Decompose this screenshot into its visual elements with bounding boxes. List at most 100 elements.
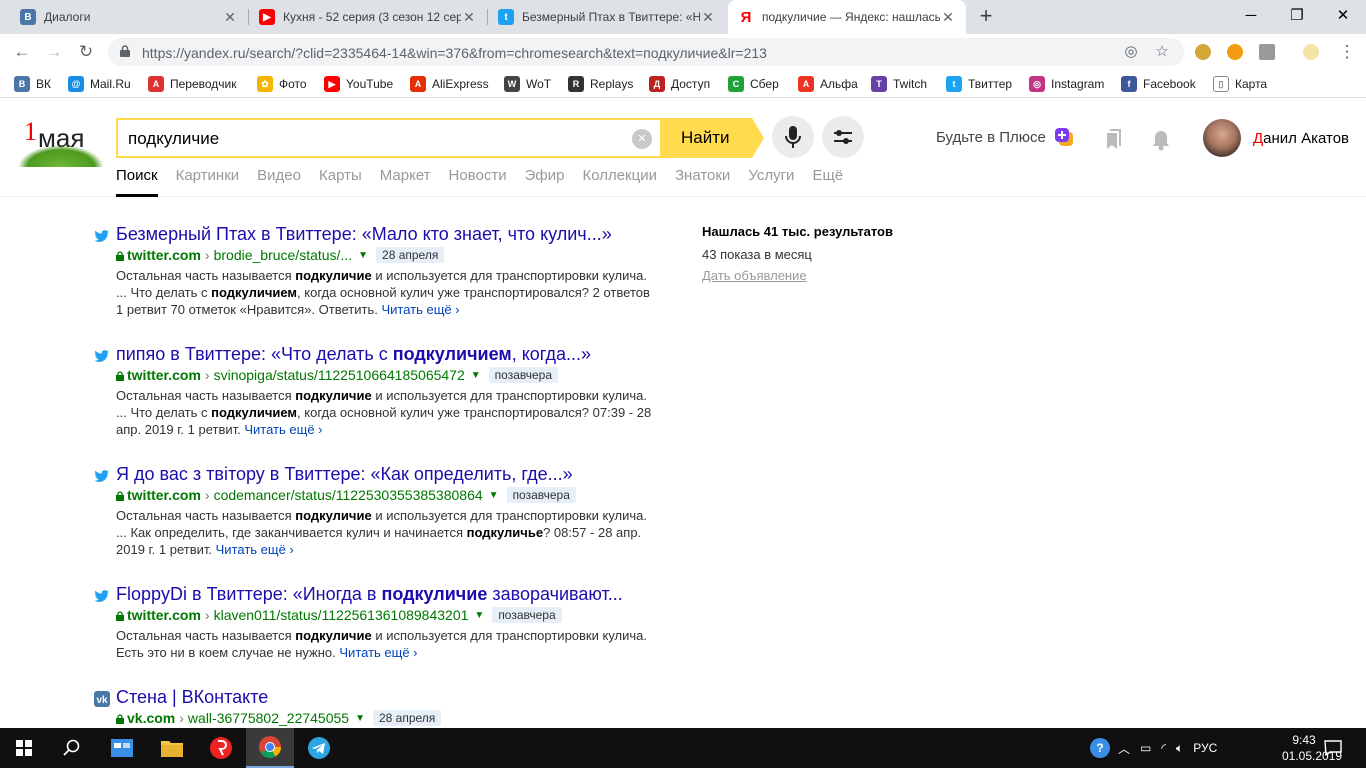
result-path-link[interactable]: brodie_bruce/status/... [214,247,353,263]
minimize-button[interactable]: ─ [1228,0,1274,34]
chrome-taskbar-button[interactable] [246,728,294,768]
search-settings-button[interactable] [822,116,864,158]
read-more-link[interactable]: Читать ещё › [216,542,294,557]
voice-search-button[interactable] [772,116,814,158]
tab-collections[interactable]: Коллекции [582,167,657,197]
browser-tab[interactable]: ▶ Кухня - 52 серия (3 сезон 12 сер ✕ [249,0,487,34]
tab-maps[interactable]: Карты [319,167,362,197]
bookmark-item[interactable]: ▶ YouTube [324,76,393,92]
result-menu-caret-icon[interactable]: ▼ [471,370,481,381]
extension-play-icon[interactable] [1227,44,1243,60]
extension-owl-icon[interactable] [1195,44,1211,60]
bookmark-item[interactable]: ▯ Карта [1213,76,1267,92]
telegram-taskbar-button[interactable] [295,728,343,768]
result-domain-link[interactable]: twitter.com [127,607,201,623]
bookmark-item[interactable]: W WoT [504,76,551,92]
task-view-button[interactable] [98,728,146,768]
yandex-browser-button[interactable] [197,728,245,768]
result-menu-caret-icon[interactable]: ▼ [474,610,484,621]
restore-button[interactable]: ❐ [1274,0,1320,34]
chevron-up-icon[interactable]: ︿ [1118,740,1130,757]
extension-square-icon[interactable] [1259,44,1275,60]
bookmark-item[interactable]: ✿ Фото [257,76,307,92]
result-domain-link[interactable]: vk.com [127,710,175,726]
tab-news[interactable]: Новости [449,167,507,197]
close-tab-icon[interactable]: ✕ [700,9,716,26]
bookmark-item[interactable]: f Facebook [1121,76,1196,92]
result-menu-caret-icon[interactable]: ▼ [358,250,368,261]
bookmark-item[interactable]: T Twitch [871,76,927,92]
battery-icon[interactable]: ▭ [1140,741,1151,755]
bookmark-item[interactable]: Д Доступ [649,76,710,92]
tab-market[interactable]: Маркет [380,167,431,197]
tab-more[interactable]: Ещё [812,167,843,197]
result-title-link[interactable]: пипяо в Твиттере: «Что делать с подкулич… [116,344,591,365]
bookmark-star-icon[interactable]: ☆ [1154,44,1170,60]
notifications-bell-icon[interactable] [1150,129,1172,151]
result-path-link[interactable]: klaven011/status/1122561361089843201 [214,607,469,623]
tab-search[interactable]: Поиск [116,167,158,197]
tab-images[interactable]: Картинки [176,167,240,197]
result-menu-caret-icon[interactable]: ▼ [355,713,365,724]
result-menu-caret-icon[interactable]: ▼ [489,490,499,501]
browser-tab-active[interactable]: Я подкуличие — Яндекс: нашлась ✕ [728,0,966,34]
result-path-link[interactable]: svinopiga/status/1122510664185065472 [214,367,465,383]
tab-services[interactable]: Услуги [748,167,794,197]
search-button[interactable]: Найти [660,118,752,158]
collections-icon[interactable] [1102,129,1124,151]
plus-promo-link[interactable]: Будьте в Плюсе [936,129,1046,146]
close-tab-icon[interactable]: ✕ [222,9,238,26]
start-button[interactable] [0,728,48,768]
profile-icon[interactable] [1303,44,1319,60]
tab-experts[interactable]: Знатоки [675,167,730,197]
result-title-link[interactable]: FloppyDi в Твиттере: «Иногда в подкуличи… [116,584,623,605]
tab-video[interactable]: Видео [257,167,301,197]
close-tab-icon[interactable]: ✕ [461,9,477,26]
read-more-link[interactable]: Читать ещё › [244,422,322,437]
address-bar[interactable]: https://yandex.ru/search/?clid=2335464-1… [108,38,1184,66]
back-button[interactable]: ← [11,41,33,63]
bookmark-item[interactable]: t Твиттер [946,76,1012,92]
avatar[interactable] [1203,119,1241,157]
yandex-logo[interactable]: 1 мая [18,115,104,167]
input-language[interactable]: РУС [1193,741,1217,755]
bookmark-item[interactable]: R Replays [568,76,633,92]
browser-tab[interactable]: t Безмерный Птах в Твиттере: «Н ✕ [488,0,726,34]
result-title-link[interactable]: Безмерный Птах в Твиттере: «Мало кто зна… [116,224,612,245]
forward-button[interactable]: → [43,41,65,63]
result-domain-link[interactable]: twitter.com [127,367,201,383]
result-title-link[interactable]: Стена | ВКонтакте [116,687,268,708]
volume-icon[interactable]: 🔈︎ [1176,741,1183,756]
result-domain-link[interactable]: twitter.com [127,247,201,263]
bookmark-item[interactable]: ◎ Instagram [1029,76,1104,92]
bookmark-item[interactable]: В ВК [14,76,51,92]
search-taskbar-button[interactable] [48,728,96,768]
notifications-button[interactable] [1324,728,1342,768]
location-icon[interactable]: ◎ [1123,44,1139,60]
result-path-link[interactable]: codemancer/status/1122530355385380864 [214,487,483,503]
bookmark-item[interactable]: A Альфа [798,76,858,92]
browser-tab[interactable]: В Диалоги ✕ [0,0,248,34]
user-name[interactable]: Данил Акатов [1253,130,1349,147]
clock[interactable]: 9:43 01.05.2019 [1282,732,1342,764]
result-domain-link[interactable]: twitter.com [127,487,201,503]
read-more-link[interactable]: Читать ещё › [339,645,417,660]
search-input[interactable] [128,129,628,149]
help-icon[interactable]: ? [1090,738,1110,758]
reload-button[interactable]: ↻ [75,41,97,63]
close-window-button[interactable]: ✕ [1320,0,1366,34]
read-more-link[interactable]: Читать ещё › [381,302,459,317]
bookmark-item[interactable]: @ Mail.Ru [68,76,131,92]
close-tab-icon[interactable]: ✕ [940,9,956,26]
tab-air[interactable]: Эфир [525,167,565,197]
bookmark-item[interactable]: A Переводчик [148,76,237,92]
result-path-link[interactable]: wall-36775802_22745055 [188,710,349,726]
new-tab-button[interactable]: + [973,5,999,29]
plus-icon[interactable] [1055,128,1075,148]
bookmark-item[interactable]: С Сбер [728,76,779,92]
result-title-link[interactable]: Я до вас з твітору в Твиттере: «Как опре… [116,464,573,485]
menu-icon[interactable]: ⋮ [1336,41,1358,63]
clear-icon[interactable]: × [632,129,652,149]
wifi-icon[interactable]: ◜ [1161,741,1166,755]
place-ad-link[interactable]: Дать объявление [702,268,893,283]
